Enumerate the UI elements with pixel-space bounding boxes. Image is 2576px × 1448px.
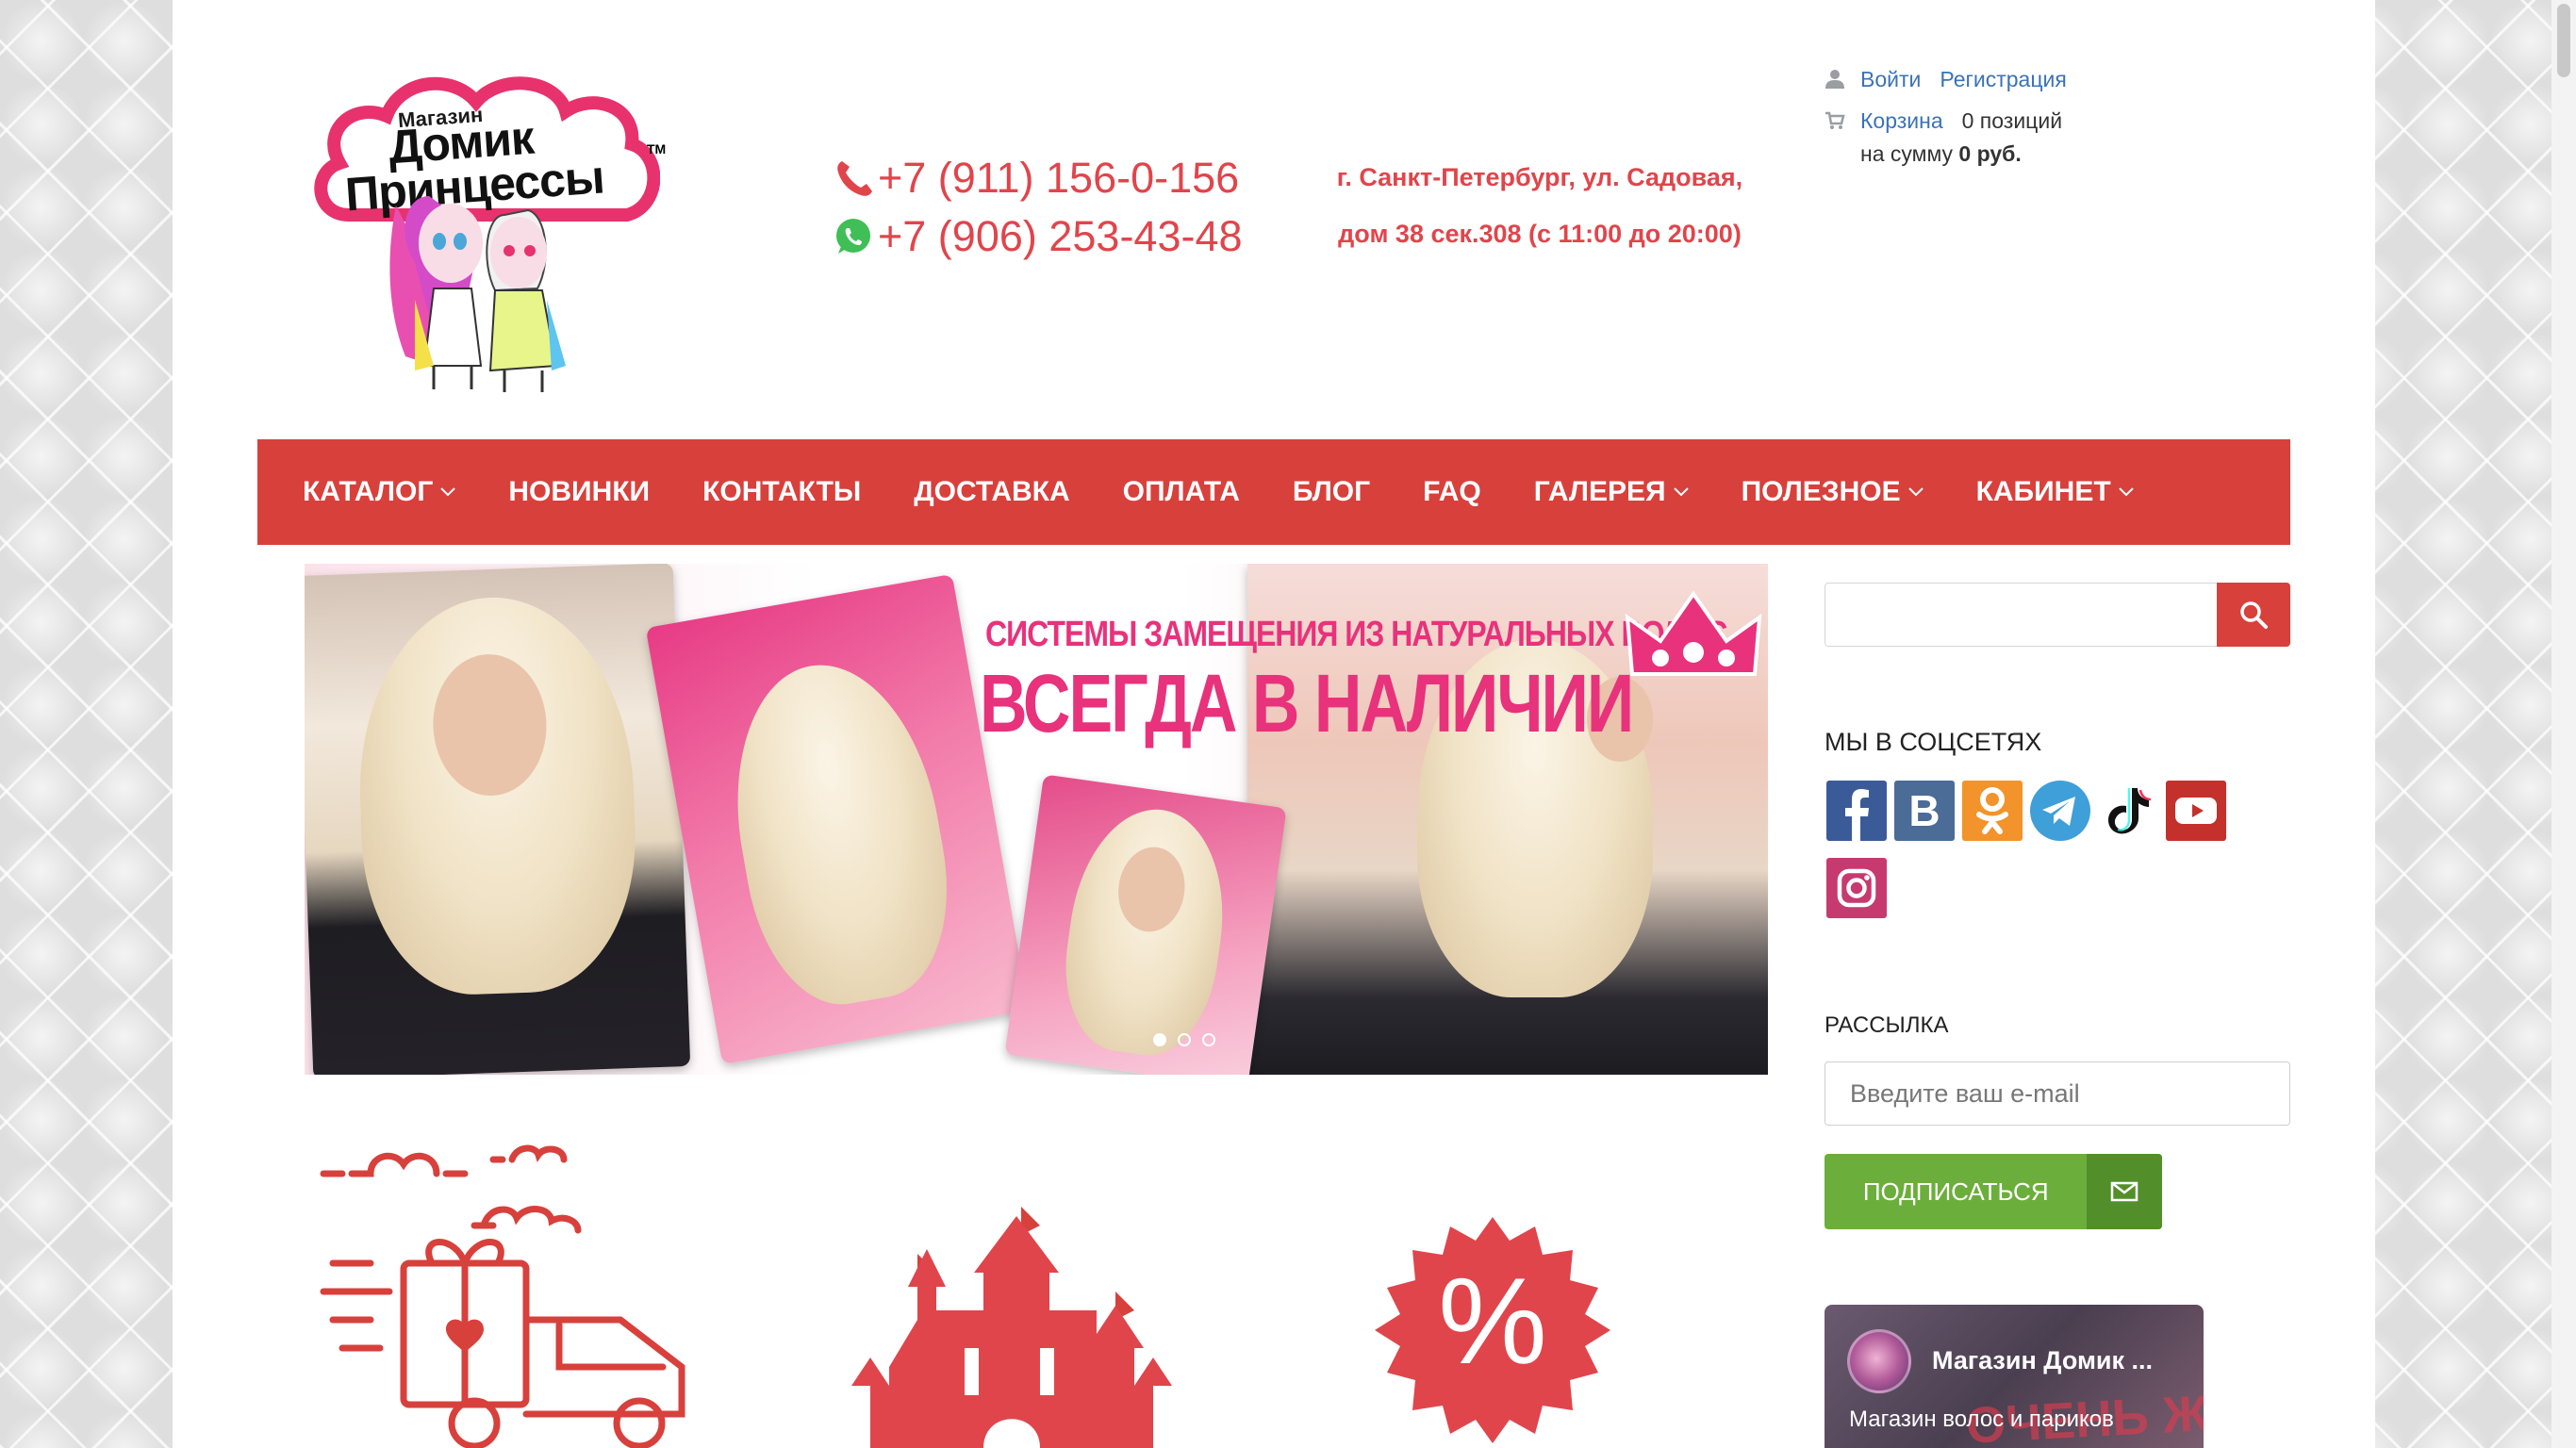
cart-count: 0 позиций [1961, 107, 2063, 133]
phone-number-1[interactable]: +7 (911) 156-0-156 [878, 154, 1239, 203]
svg-text:B: B [1908, 786, 1940, 835]
cart-icon [1825, 111, 1845, 129]
vk-group-description: Магазин волос и париков [1849, 1407, 2114, 1432]
slider-dots [1153, 1033, 1215, 1046]
cart-sum-value: 0 руб. [1958, 141, 2022, 166]
nav-item-new[interactable]: НОВИНКИ [508, 476, 650, 508]
phone-number-2[interactable]: +7 (906) 253-43-48 [878, 212, 1243, 261]
tiktok-icon[interactable] [2098, 781, 2158, 841]
nav-item-label: КАБИНЕТ [1975, 476, 2111, 507]
nav-item-gallery[interactable]: ГАЛЕРЕЯ [1534, 476, 1689, 508]
slider-dot-1[interactable] [1153, 1033, 1166, 1046]
youtube-icon[interactable] [2166, 781, 2226, 841]
banner-photo-wig-mannequin [1004, 774, 1287, 1075]
banner-hair-shape [353, 592, 641, 998]
main-nav: КАТАЛОГ НОВИНКИ КОНТАКТЫ ДОСТАВКА ОПЛАТА… [257, 439, 2290, 545]
phone-contacts: +7 (911) 156-0-156 +7 (906) 253-43-48 [833, 149, 1243, 266]
search-button[interactable] [2217, 583, 2290, 647]
store-logo[interactable]: Магазин Домик Принцессы TM [311, 74, 669, 394]
logo-trademark: TM [647, 141, 667, 156]
social-section-title: МЫ В СОЦСЕТЯХ [1825, 728, 2042, 756]
hero-banner-slider[interactable]: СИСТЕМЫ ЗАМЕЩЕНИЯ ИЗ НАТУРАЛЬНЫХ ВОЛОС В… [305, 564, 1768, 1075]
address-line-2: дом 38 сек.308 (с 11:00 до 20:00) [1338, 220, 1742, 248]
nav-item-label: FAQ [1423, 476, 1481, 507]
slider-dot-3[interactable] [1202, 1033, 1215, 1046]
instagram-icon[interactable] [1826, 858, 1887, 918]
nav-item-delivery[interactable]: ДОСТАВКА [914, 476, 1069, 508]
telegram-icon[interactable] [2030, 781, 2090, 841]
vk-icon[interactable]: B [1894, 781, 1955, 841]
castle-icon[interactable] [851, 1197, 1172, 1448]
login-link[interactable]: Войти [1860, 67, 1921, 92]
nav-item-label: КАТАЛОГ [303, 476, 434, 507]
phone-row-2[interactable]: +7 (906) 253-43-48 [833, 207, 1243, 266]
nav-item-label: ОПЛАТА [1122, 476, 1240, 507]
newsletter-email-input[interactable]: Введите ваш e-mail [1825, 1061, 2290, 1126]
page-container: Магазин Домик Принцессы TM +7 (911) 156-… [173, 0, 2375, 1448]
nav-item-faq[interactable]: FAQ [1423, 476, 1481, 508]
vk-group-widget[interactable]: ОЧЕНЬ ЖД Магазин Домик ... Магазин волос… [1825, 1305, 2204, 1448]
nav-item-payment[interactable]: ОПЛАТА [1123, 476, 1240, 508]
cart-sum-row: на сумму 0 руб. [1825, 141, 2086, 170]
facebook-icon[interactable] [1826, 781, 1887, 841]
nav-item-label: НОВИНКИ [508, 476, 651, 507]
logo-princess-girls-illustration [389, 196, 566, 392]
nav-item-label: ДОСТАВКА [914, 476, 1070, 507]
envelope-icon [2110, 1181, 2138, 1202]
banner-headline-small: СИСТЕМЫ ЗАМЕЩЕНИЯ ИЗ НАТУРАЛЬНЫХ ВОЛОС [985, 613, 1727, 654]
register-link[interactable]: Регистрация [1940, 67, 2066, 92]
cart-sum-prefix: на сумму [1860, 141, 1954, 166]
whatsapp-icon [836, 219, 870, 254]
user-icon [1825, 70, 1844, 89]
odnoklassniki-icon[interactable] [1962, 781, 2023, 841]
subscribe-icon-wrap [2087, 1154, 2162, 1229]
nav-item-label: ГАЛЕРЕЯ [1533, 476, 1666, 507]
cart-row: Корзина 0 позиций [1825, 100, 2086, 141]
banner-headline-big: ВСЕГДА В НАЛИЧИИ [980, 657, 1634, 749]
vk-group-avatar [1847, 1329, 1911, 1393]
search-input[interactable] [1825, 583, 2221, 647]
nav-item-useful[interactable]: ПОЛЕЗНОЕ [1742, 476, 1924, 508]
banner-photo-hairpiece-back [645, 573, 1030, 1065]
account-links: Войти Регистрация [1825, 58, 2086, 100]
nav-item-label: ПОЛЕЗНОЕ [1741, 476, 1901, 507]
discount-percent-symbol: % [1438, 1252, 1547, 1390]
scrollbar-thumb[interactable] [2557, 4, 2570, 77]
nav-item-label: БЛОГ [1292, 476, 1371, 507]
search-icon [2240, 601, 2268, 629]
chevron-down-icon [1907, 487, 1924, 497]
nav-item-contacts[interactable]: КОНТАКТЫ [702, 476, 861, 508]
nav-item-cabinet[interactable]: КАБИНЕТ [1976, 476, 2134, 508]
subscribe-label: ПОДПИСАТЬСЯ [1862, 1176, 2049, 1206]
cart-link[interactable]: Корзина [1860, 108, 1943, 134]
discount-badge-icon[interactable]: % [1351, 1212, 1634, 1448]
phone-row-1[interactable]: +7 (911) 156-0-156 [833, 149, 1243, 207]
banner-photo-woman [305, 564, 691, 1075]
nav-item-blog[interactable]: БЛОГ [1293, 476, 1370, 508]
newsletter-title: РАССЫЛКА [1825, 1012, 1949, 1038]
delivery-truck-icon[interactable] [314, 1131, 710, 1448]
nav-item-label: КОНТАКТЫ [702, 476, 862, 507]
account-block: Войти Регистрация Корзина 0 позиций на с… [1825, 58, 2086, 170]
chevron-down-icon [440, 487, 456, 497]
banner-hair-shape [712, 649, 967, 1018]
address-line-1: г. Санкт-Петербург, ул. Садовая, [1336, 163, 1743, 191]
chevron-down-icon [1673, 487, 1689, 497]
crown-icon [1625, 590, 1762, 676]
nav-item-catalog[interactable]: КАТАЛОГ [303, 476, 456, 508]
vk-group-name[interactable]: Магазин Домик ... [1932, 1346, 2153, 1375]
page-scrollbar[interactable] [2551, 0, 2576, 1448]
chevron-down-icon [2118, 487, 2134, 497]
slider-dot-2[interactable] [1178, 1033, 1191, 1046]
phone-icon [837, 161, 872, 196]
subscribe-button[interactable]: ПОДПИСАТЬСЯ [1825, 1154, 2162, 1229]
store-address: г. Санкт-Петербург, ул. Садовая, дом 38 … [1313, 149, 1766, 262]
